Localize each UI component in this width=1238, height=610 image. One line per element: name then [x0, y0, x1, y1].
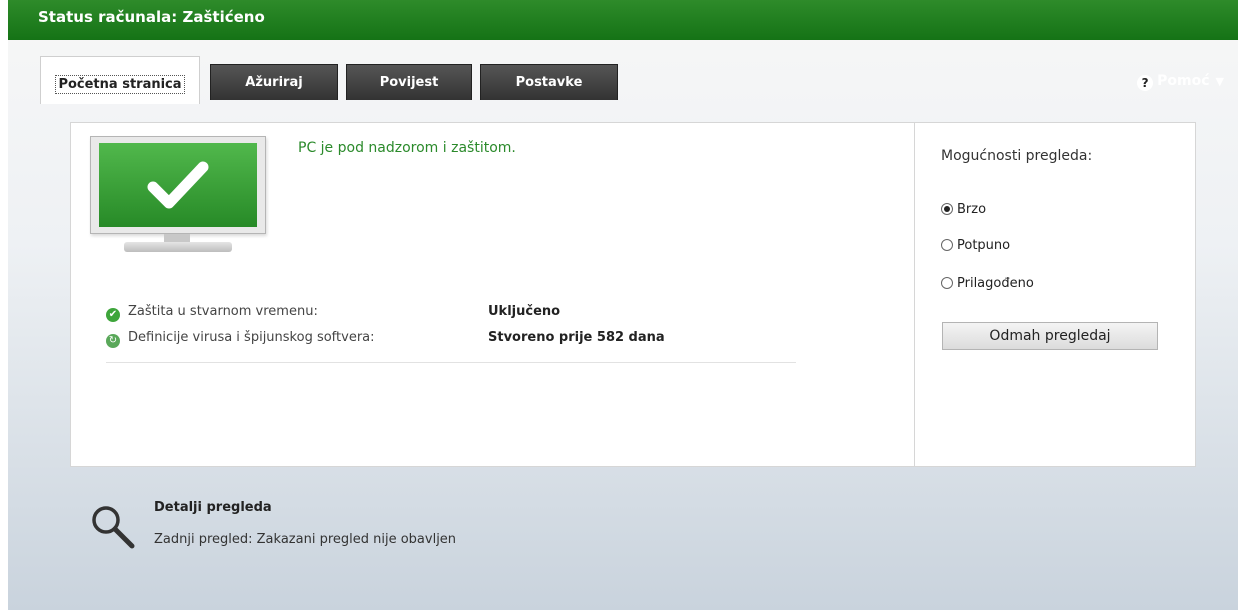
scan-options-title: Mogućnosti pregleda: — [941, 148, 1093, 164]
scan-now-button[interactable]: Odmah pregledaj — [942, 322, 1158, 350]
tab-update-label: Ažuriraj — [245, 75, 303, 90]
tab-settings[interactable]: Postavke — [480, 64, 618, 100]
tab-settings-label: Postavke — [515, 75, 583, 90]
panel-separator — [914, 123, 915, 466]
monitor-checkmark-icon — [90, 136, 268, 276]
radio-custom-scan[interactable]: Prilagođeno — [941, 276, 1034, 291]
chevron-down-icon: ▼ — [1215, 75, 1224, 88]
radio-quick-scan[interactable]: Brzo — [941, 202, 986, 217]
protection-status-message: PC je pod nadzorom i zaštitom. — [298, 140, 516, 156]
radio-quick-label: Brzo — [957, 202, 987, 217]
scan-details-title: Detalji pregleda — [154, 500, 272, 515]
question-circle-icon: ? — [1137, 75, 1154, 91]
update-circle-icon: ↻ — [106, 334, 120, 348]
tab-history[interactable]: Povijest — [346, 64, 472, 100]
status-titlebar: Status računala: Zaštićeno — [8, 0, 1238, 40]
definitions-row: ↻ Definicije virusa i špijunskog softvera… — [106, 330, 665, 348]
check-circle-icon: ✔ — [106, 308, 120, 322]
help-label: Pomoć — [1157, 73, 1210, 89]
radio-button-icon — [941, 203, 953, 215]
magnifier-icon — [92, 506, 135, 549]
realtime-protection-row: ✔ Zaštita u stvarnom vremenu: Uključeno — [106, 304, 560, 322]
realtime-protection-label: Zaštita u stvarnom vremenu: — [128, 304, 318, 319]
radio-button-icon — [941, 277, 953, 289]
app-window: Status računala: Zaštićeno Početna stran… — [8, 0, 1238, 610]
window-title: Status računala: Zaštićeno — [38, 8, 265, 26]
radio-full-scan[interactable]: Potpuno — [941, 238, 1010, 253]
tab-update[interactable]: Ažuriraj — [210, 64, 338, 100]
definitions-label: Definicije virusa i špijunskog softvera: — [128, 330, 375, 345]
status-divider — [106, 362, 796, 363]
radio-button-icon — [941, 239, 953, 251]
definitions-value: Stvoreno prije 582 dana — [488, 330, 665, 345]
realtime-protection-value: Uključeno — [488, 304, 561, 319]
radio-full-label: Potpuno — [957, 238, 1011, 253]
tab-history-label: Povijest — [379, 75, 439, 90]
last-scan-text: Zadnji pregled: Zakazani pregled nije ob… — [154, 532, 457, 547]
radio-custom-label: Prilagođeno — [957, 276, 1034, 291]
help-button[interactable]: ? Pomoć ▼ — [1137, 73, 1224, 91]
tab-home[interactable]: Početna stranica — [40, 56, 200, 104]
tab-home-label: Početna stranica — [55, 75, 185, 94]
